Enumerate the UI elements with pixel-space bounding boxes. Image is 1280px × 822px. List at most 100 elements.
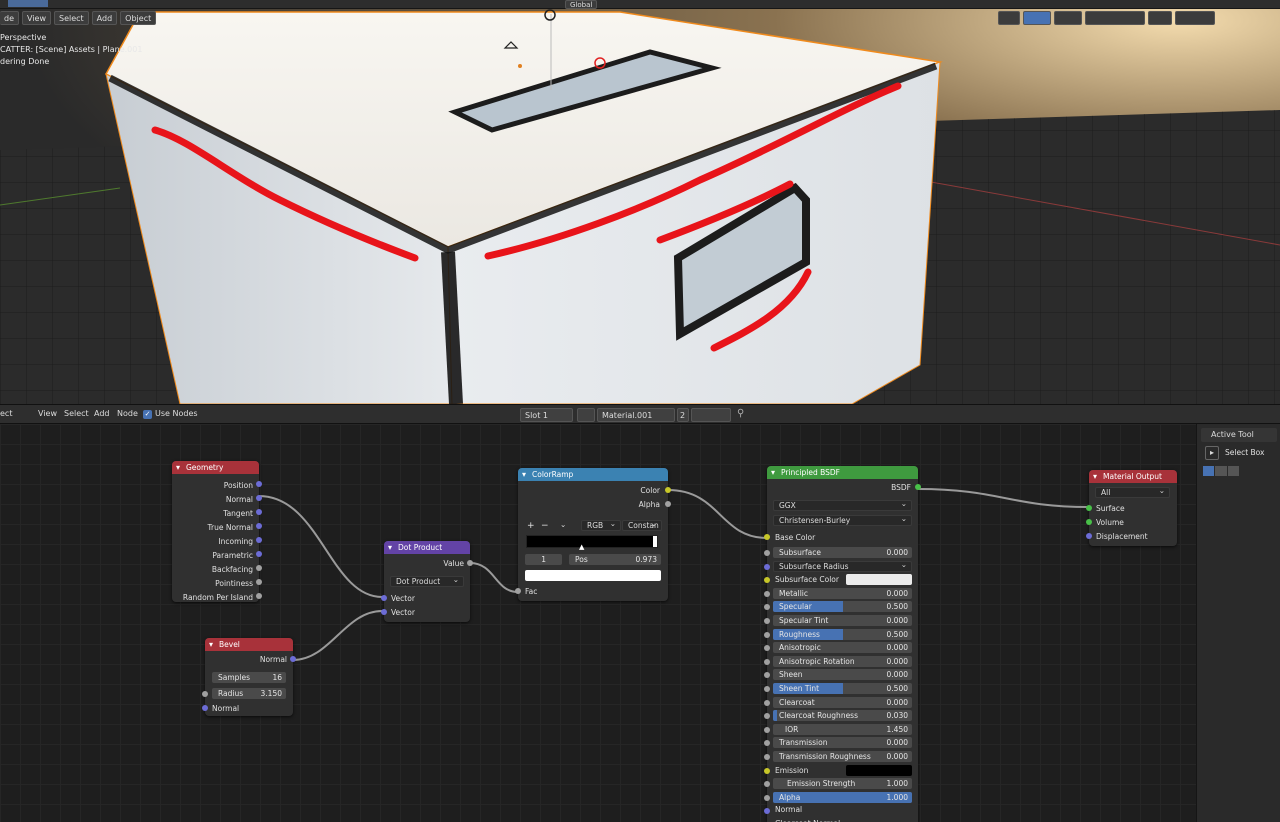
- chevron-down-icon[interactable]: ⌄: [560, 520, 566, 529]
- socket[interactable]: [665, 487, 671, 493]
- socket[interactable]: [1086, 505, 1092, 511]
- bsdf-alpha-field[interactable]: Alpha 1.000: [773, 791, 912, 803]
- colorramp-node-title[interactable]: ColorRamp: [518, 468, 668, 481]
- active-tool-panel-header[interactable]: Active Tool: [1201, 428, 1277, 442]
- output-target-dropdown[interactable]: All: [1095, 486, 1170, 498]
- bsdf-emission-strength-field[interactable]: Emission Strength 1.000: [773, 778, 912, 790]
- bsdf-subsurface-color-swatch[interactable]: [846, 574, 912, 586]
- bevel-samples-field[interactable]: Samples 16: [212, 672, 286, 683]
- bsdf-transmission-field[interactable]: Transmission 0.000: [773, 737, 912, 749]
- ramp-pos-field[interactable]: Pos 0.973: [569, 554, 661, 565]
- menu-object[interactable]: Object: [120, 11, 157, 25]
- menu-add[interactable]: Add: [94, 409, 110, 418]
- socket[interactable]: [764, 713, 770, 720]
- bsdf-transmission-roughness-field[interactable]: Transmission Roughness 0.000: [773, 751, 912, 762]
- socket[interactable]: [764, 563, 770, 570]
- select-mode-icons[interactable]: [1203, 466, 1239, 476]
- dot-mode-dropdown[interactable]: Dot Product: [390, 575, 464, 587]
- socket[interactable]: [764, 577, 770, 584]
- add-stop-button[interactable]: +: [527, 521, 535, 531]
- bsdf-sss-method-dropdown[interactable]: Christensen-Burley: [773, 514, 912, 526]
- bsdf-clearcoat-roughness-field[interactable]: Clearcoat Roughness 0.030: [773, 710, 912, 722]
- socket[interactable]: [256, 537, 262, 543]
- dot-product-node[interactable]: Dot Product Value Dot Product Vector Vec…: [381, 541, 473, 622]
- select-box-icon[interactable]: ▸: [1205, 446, 1219, 460]
- menu-view[interactable]: View: [22, 11, 51, 25]
- bsdf-distribution-dropdown[interactable]: GGX: [773, 499, 912, 511]
- material-output-title[interactable]: Material Output: [1089, 470, 1177, 483]
- ramp-stop-marker[interactable]: ▲: [579, 543, 584, 551]
- bsdf-sheen-tint-field[interactable]: Sheen Tint 0.500: [773, 683, 912, 694]
- material-browse-icon[interactable]: [577, 408, 595, 422]
- socket[interactable]: [764, 740, 770, 747]
- ramp-gradient[interactable]: [526, 535, 658, 548]
- socket[interactable]: [256, 551, 262, 557]
- ramp-color-mode[interactable]: RGB: [581, 519, 621, 531]
- socket[interactable]: [256, 509, 262, 515]
- mode-dropdown[interactable]: de: [0, 11, 19, 25]
- bsdf-roughness-field[interactable]: Roughness 0.500: [773, 628, 912, 640]
- ramp-interpolation[interactable]: Constan: [622, 519, 662, 531]
- socket[interactable]: [764, 658, 770, 665]
- socket[interactable]: [764, 590, 770, 597]
- bsdf-clearcoat-field[interactable]: Clearcoat 0.000: [773, 696, 912, 708]
- use-nodes-checkbox[interactable]: ✓: [143, 410, 152, 419]
- overlay-toggle-icon[interactable]: [1023, 11, 1051, 25]
- geometry-node-title[interactable]: Geometry: [172, 461, 259, 474]
- dot-product-node-title[interactable]: Dot Product: [384, 541, 470, 554]
- socket[interactable]: [202, 705, 208, 711]
- gizmo-toggle-icon[interactable]: [998, 11, 1020, 25]
- bsdf-subsurface-radius-field[interactable]: Subsurface Radius: [773, 560, 912, 572]
- bsdf-ior-field[interactable]: IOR 1.450: [773, 723, 912, 735]
- socket[interactable]: [256, 495, 262, 501]
- editor-mode-menu[interactable]: ect: [0, 409, 12, 418]
- remove-stop-button[interactable]: −: [541, 521, 549, 531]
- socket[interactable]: [764, 604, 770, 611]
- socket[interactable]: [256, 523, 262, 529]
- bsdf-specular-tint-field[interactable]: Specular Tint 0.000: [773, 615, 912, 626]
- bsdf-sheen-field[interactable]: Sheen 0.000: [773, 669, 912, 681]
- socket[interactable]: [515, 588, 521, 594]
- socket[interactable]: [467, 560, 473, 566]
- socket[interactable]: [256, 565, 262, 571]
- socket[interactable]: [764, 534, 770, 540]
- socket[interactable]: [764, 754, 770, 760]
- bevel-node-title[interactable]: Bevel: [205, 638, 293, 651]
- socket[interactable]: [381, 595, 387, 601]
- transform-orientation[interactable]: Global: [565, 0, 598, 9]
- socket[interactable]: [764, 726, 770, 733]
- socket[interactable]: [764, 699, 770, 706]
- socket[interactable]: [1086, 519, 1092, 525]
- shading-modes-icon[interactable]: [1085, 11, 1145, 25]
- socket[interactable]: [256, 481, 262, 487]
- colorramp-node[interactable]: ColorRamp Color Alpha + − ⌄ RGB Constan …: [515, 468, 671, 601]
- socket[interactable]: [665, 501, 671, 507]
- socket[interactable]: [290, 656, 296, 662]
- principled-bsdf-node[interactable]: Principled BSDF BSDF GGX Christensen-Bur…: [764, 466, 921, 822]
- socket[interactable]: [764, 672, 770, 679]
- xray-toggle-icon[interactable]: [1054, 11, 1082, 25]
- socket[interactable]: [764, 781, 770, 788]
- bsdf-metallic-field[interactable]: Metallic 0.000: [773, 587, 912, 599]
- socket[interactable]: [764, 550, 770, 556]
- menu-select[interactable]: Select: [64, 409, 89, 418]
- pin-icon[interactable]: ⚲: [737, 408, 744, 419]
- bsdf-subsurface-field[interactable]: Subsurface 0.000: [773, 547, 912, 558]
- shading-options-icon[interactable]: [1148, 11, 1172, 25]
- socket[interactable]: [381, 609, 387, 615]
- material-actions-icon[interactable]: [691, 408, 731, 422]
- visibility-icon[interactable]: [1175, 11, 1215, 25]
- menu-add[interactable]: Add: [91, 11, 118, 25]
- socket[interactable]: [764, 686, 770, 692]
- socket[interactable]: [764, 767, 770, 774]
- socket[interactable]: [764, 645, 770, 652]
- workspace-icons[interactable]: [8, 0, 48, 7]
- socket[interactable]: [915, 484, 921, 490]
- bsdf-emission-swatch[interactable]: [846, 764, 912, 776]
- bevel-node[interactable]: Bevel Normal Samples 16 Radius 3.150 Norma…: [202, 638, 296, 716]
- menu-select[interactable]: Select: [53, 11, 89, 25]
- node-canvas[interactable]: Geometry Position Normal Tangent True No…: [0, 424, 1196, 822]
- menu-view[interactable]: View: [38, 409, 57, 418]
- bevel-radius-field[interactable]: Radius 3.150: [212, 688, 286, 699]
- bsdf-anisotropic-rotation-field[interactable]: Anisotropic Rotation 0.000: [773, 655, 912, 667]
